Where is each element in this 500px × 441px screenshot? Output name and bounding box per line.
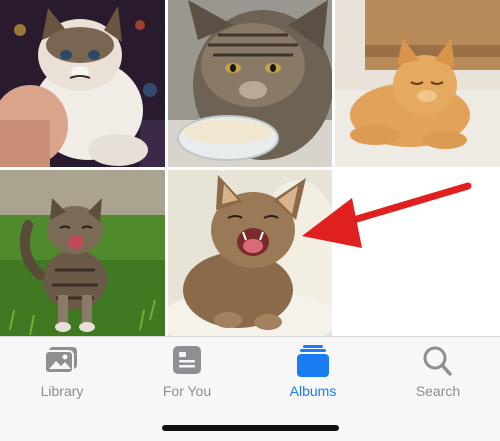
grumpy-cat-image [0,0,165,167]
tabby-cat-image [168,0,332,167]
annotation-arrow-icon [302,182,472,248]
tab-search[interactable]: Search [378,345,498,405]
for-you-icon [173,346,201,374]
orange-cat-image [335,0,500,167]
photo-thumbnail-orange-cat[interactable] [335,0,500,167]
photo-thumbnail-grumpy-cat[interactable] [0,0,165,167]
photo-grid [0,0,500,336]
tab-albums-label: Albums [289,383,337,399]
library-icon [44,347,77,374]
tab-albums[interactable]: Albums [253,345,373,405]
kitten-grass-image [0,170,165,336]
photo-thumbnail-kitten[interactable] [0,170,165,336]
tab-search-label: Search [415,383,461,399]
tab-for-you[interactable]: For You [127,345,247,405]
photos-app-screen: Library For You Albums Search [0,0,500,441]
home-indicator[interactable] [162,425,339,431]
photo-thumbnail-tabby-cat[interactable] [168,0,332,167]
albums-icon [297,345,329,377]
tab-for-you-label: For You [162,383,212,399]
search-icon [423,346,452,376]
tab-library-label: Library [40,383,84,399]
tab-library[interactable]: Library [2,345,122,405]
